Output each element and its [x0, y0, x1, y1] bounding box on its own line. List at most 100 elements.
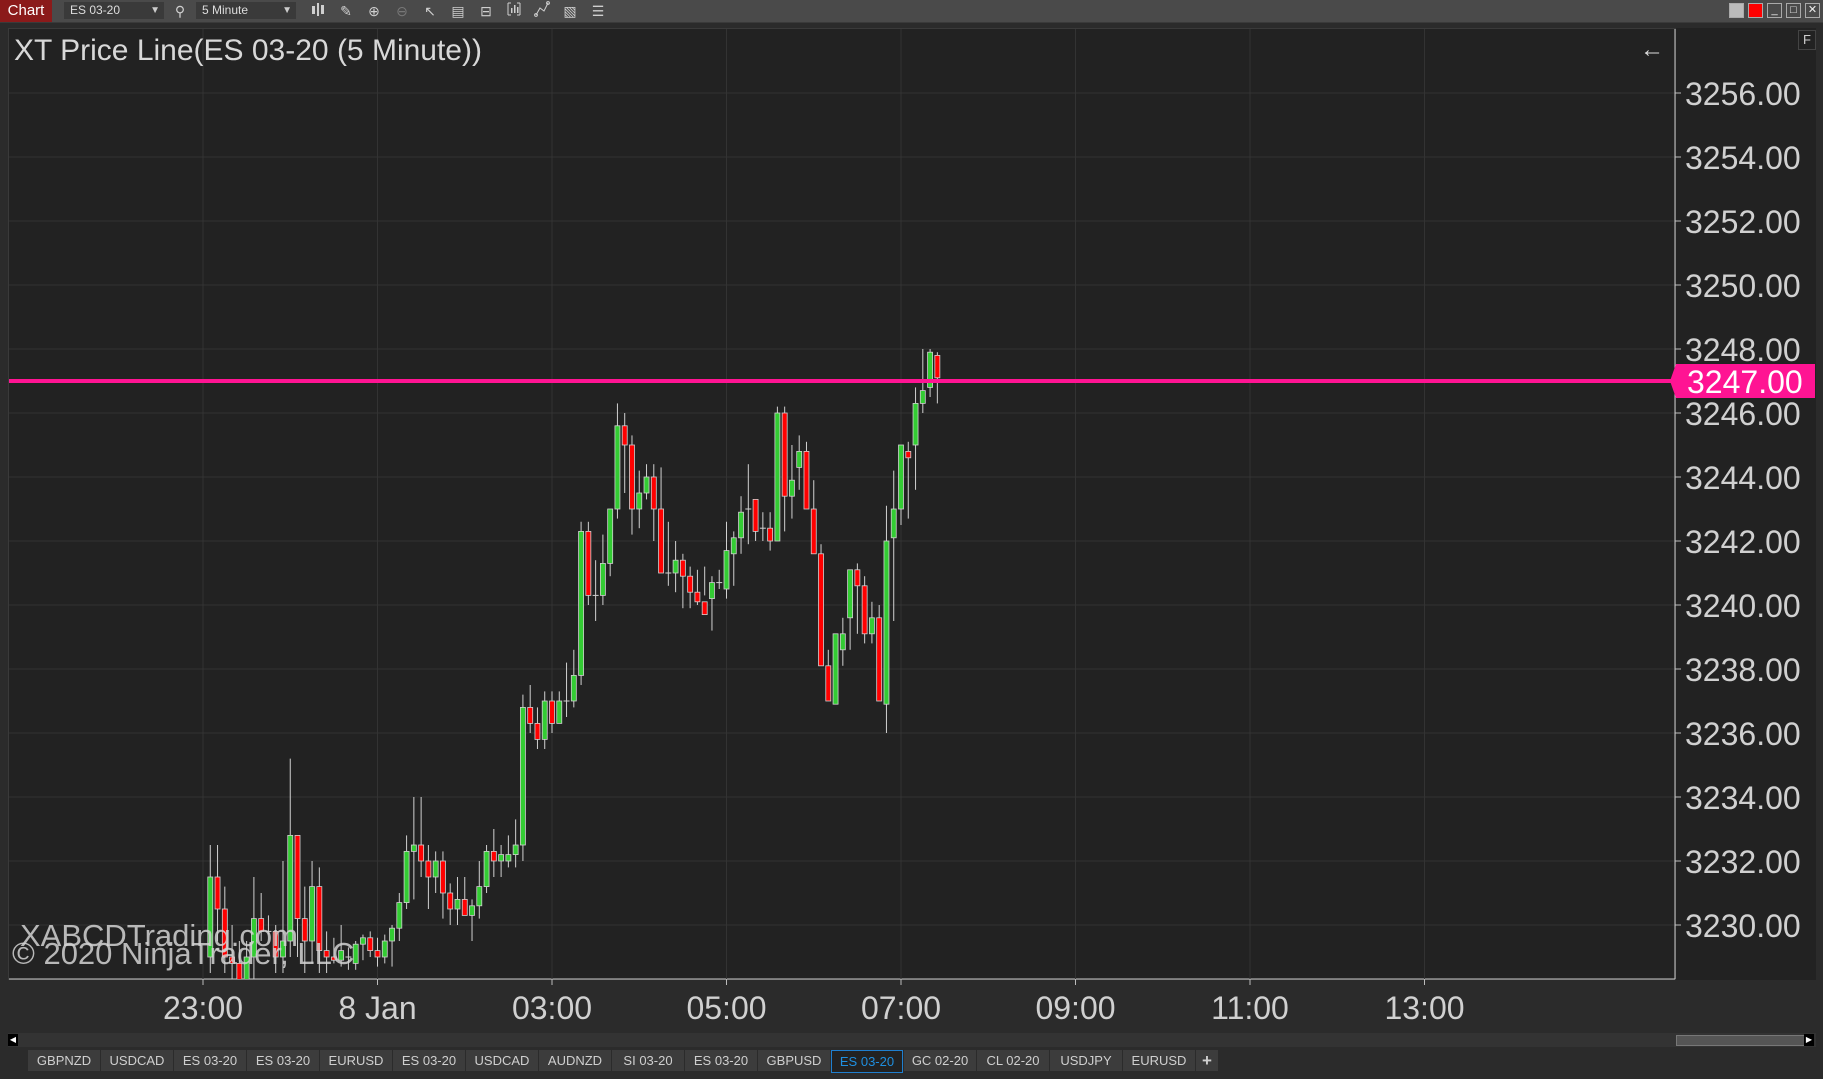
tab-usdcad[interactable]: USDCAD [101, 1050, 173, 1071]
candle-body-up [614, 425, 621, 510]
candle-body-up [839, 633, 846, 651]
tab-eurusd[interactable]: EURUSD [1123, 1050, 1195, 1071]
tab-audnzd[interactable]: AUDNZD [539, 1050, 611, 1071]
candle-body-down [447, 892, 454, 910]
y-tick-label: 3248.00 [1685, 332, 1801, 368]
candle-body-up [832, 633, 839, 705]
candle-body-down [374, 950, 381, 958]
price-line-label: 3247.00 [1687, 364, 1803, 400]
chart-title: XT Price Line(ES 03-20 (5 Minute)) [14, 34, 482, 67]
candle-body-down [534, 723, 541, 740]
candle-body-up [454, 899, 461, 910]
tab-es-03-20[interactable]: ES 03-20 [831, 1050, 903, 1073]
x-tick-label: 05:00 [686, 990, 766, 1026]
candle-body-up [890, 508, 897, 539]
scroll-right-icon[interactable]: ▶ [1804, 1034, 1814, 1046]
y-tick-label: 3252.00 [1685, 204, 1801, 240]
candle-body-up [403, 851, 410, 904]
candle-body-up [912, 402, 919, 446]
y-tick-label: 3256.00 [1685, 76, 1801, 112]
tab-es-03-20[interactable]: ES 03-20 [393, 1050, 465, 1071]
back-arrow-icon[interactable]: ← [1640, 36, 1664, 64]
candle-body-up [607, 508, 614, 564]
tab-es-03-20[interactable]: ES 03-20 [685, 1050, 757, 1071]
tab-eurusd[interactable]: EURUSD [320, 1050, 392, 1071]
y-tick-label: 3240.00 [1685, 588, 1801, 624]
candle-body-up [389, 927, 395, 942]
candle-body-down [461, 899, 468, 916]
candle-body-down [527, 707, 534, 724]
candle-body-up [898, 444, 904, 510]
candle-body-up [498, 854, 505, 862]
candle-body-up [789, 479, 795, 497]
y-tick-label: 3254.00 [1685, 140, 1801, 176]
candle-body-up [469, 905, 475, 916]
y-tick-label: 3250.00 [1685, 268, 1801, 304]
candle-body-up [360, 937, 366, 945]
tab-cl-02-20[interactable]: CL 02-20 [977, 1050, 1049, 1071]
candle-body-up [410, 844, 417, 852]
candle-body-down [825, 665, 832, 702]
y-tick-label: 3244.00 [1685, 460, 1801, 496]
candle-body-down [803, 450, 810, 510]
y-tick-label: 3246.00 [1685, 396, 1801, 432]
candle-body-up [738, 511, 744, 539]
candle-body-down [694, 591, 701, 603]
candle-body-down [440, 860, 446, 894]
candle-body-up [578, 531, 584, 676]
candle-body-down [214, 876, 221, 910]
candle-body-up [476, 886, 483, 907]
add-tab-button[interactable]: + [1196, 1050, 1218, 1071]
candle-body-up [847, 569, 854, 619]
horizontal-scrollbar[interactable]: ◀ ▶ [8, 1033, 1816, 1047]
candle-body-down [905, 450, 912, 459]
candle-body-up [883, 540, 890, 705]
scrollbar-thumb[interactable] [1676, 1035, 1806, 1046]
candle-body-down [934, 354, 941, 379]
candle-body-down [629, 444, 635, 510]
candle-body-down [810, 508, 817, 555]
candle-body-up [512, 844, 519, 856]
candle-body-up [774, 412, 781, 542]
candle-body-down [425, 860, 432, 878]
candle-body-up [919, 390, 926, 404]
y-tick-label: 3230.00 [1685, 908, 1801, 944]
candle-body-up [643, 476, 650, 494]
candle-body-up [381, 940, 388, 958]
candle-body-down [585, 531, 592, 596]
tab-es-03-20[interactable]: ES 03-20 [247, 1050, 319, 1071]
tab-gbpnzd[interactable]: GBPNZD [28, 1050, 100, 1071]
candle-body-down [650, 476, 657, 510]
f-button[interactable]: F [1798, 30, 1816, 50]
candle-body-up [396, 902, 403, 929]
candle-body-down [621, 425, 628, 446]
watermark-copyright: © 2020 NinjaTrader, LLC [12, 936, 355, 971]
candle-body-up [869, 617, 875, 635]
tab-gc-02-20[interactable]: GC 02-20 [904, 1050, 976, 1071]
x-tick-label: 23:00 [163, 990, 243, 1026]
candle-body-down [818, 553, 824, 667]
candle-body-up [570, 675, 577, 702]
tab-gbpusd[interactable]: GBPUSD [758, 1050, 830, 1071]
x-tick-label: 03:00 [512, 990, 592, 1026]
y-tick-label: 3242.00 [1685, 524, 1801, 560]
candles-group [207, 349, 941, 979]
x-tick-label: 8 Jan [338, 990, 416, 1026]
candle-body-down [781, 412, 788, 497]
candle-body-down [767, 527, 774, 542]
x-tick-label: 13:00 [1384, 990, 1464, 1026]
scroll-left-icon[interactable]: ◀ [8, 1034, 18, 1046]
instrument-tab-bar: GBPNZD USDCAD ES 03-20 ES 03-20 EURUSD ES 03-… [0, 1049, 1823, 1079]
candle-body-up [541, 700, 548, 740]
candle-body-up [796, 450, 803, 468]
tab-usdcad[interactable]: USDCAD [466, 1050, 538, 1071]
candle-body-up [505, 854, 512, 862]
candle-body-down [679, 559, 686, 577]
candle-body-down [876, 617, 883, 702]
tab-si-03-20[interactable]: SI 03-20 [612, 1050, 684, 1071]
candle-body-up [599, 563, 606, 596]
candle-body-up [636, 492, 643, 510]
candle-body-down [854, 569, 861, 587]
tab-usdjpy[interactable]: USDJPY [1050, 1050, 1122, 1071]
tab-es-03-20[interactable]: ES 03-20 [174, 1050, 246, 1071]
